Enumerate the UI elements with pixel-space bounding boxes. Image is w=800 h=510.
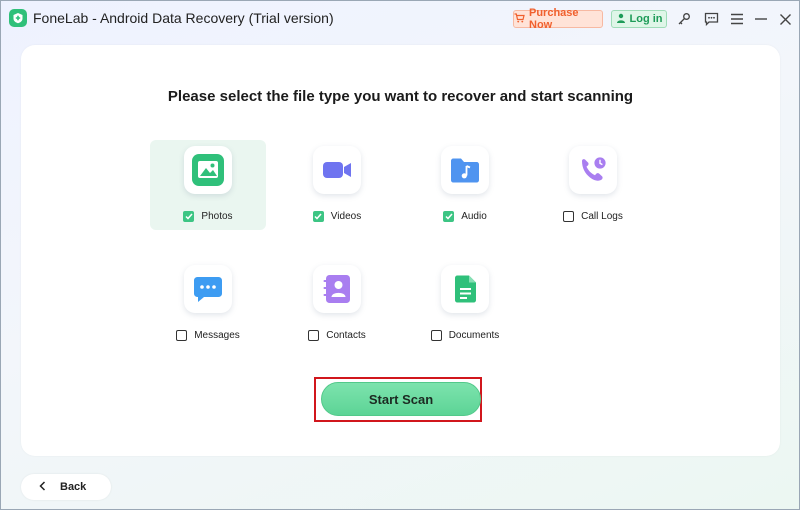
start-scan-button[interactable]: Start Scan [321, 382, 481, 416]
photos-icon [192, 154, 224, 186]
menu-icon[interactable] [728, 10, 746, 28]
app-logo-icon [9, 9, 27, 27]
file-type-documents[interactable]: Documents [407, 259, 523, 349]
documents-checkbox[interactable] [430, 329, 442, 341]
documents-icon [455, 275, 476, 303]
title-bar: FoneLab - Android Data Recovery (Trial v… [1, 1, 799, 37]
audio-icon-tile [441, 146, 489, 194]
audio-icon [451, 158, 479, 183]
call-logs-label: Call Logs [581, 210, 623, 222]
contacts-label: Contacts [326, 329, 366, 341]
login-button[interactable]: Log in [611, 10, 667, 28]
messages-checkbox[interactable] [176, 329, 188, 341]
key-icon[interactable] [675, 10, 693, 28]
file-type-videos[interactable]: Videos [279, 140, 395, 230]
file-type-photos[interactable]: Photos [150, 140, 266, 230]
purchase-now-label: Purchase Now [529, 7, 579, 31]
login-label: Log in [629, 13, 663, 25]
file-type-messages[interactable]: Messages [150, 259, 266, 349]
file-type-contacts[interactable]: Contacts [279, 259, 395, 349]
minimize-icon[interactable] [752, 10, 770, 28]
cart-icon [514, 12, 525, 26]
purchase-now-button[interactable]: Purchase Now [513, 7, 603, 31]
call-logs-icon [582, 156, 607, 181]
file-type-audio[interactable]: Audio [407, 140, 523, 230]
photos-checkbox[interactable] [183, 210, 195, 222]
documents-label: Documents [448, 329, 500, 341]
videos-label: Videos [330, 210, 362, 222]
feedback-icon[interactable] [702, 10, 720, 28]
contacts-checkbox[interactable] [308, 329, 320, 341]
call-logs-icon-tile [569, 146, 617, 194]
messages-icon-tile [184, 265, 232, 313]
photos-label: Photos [201, 210, 233, 222]
back-button[interactable]: Back [21, 474, 111, 500]
app-window: FoneLab - Android Data Recovery (Trial v… [0, 0, 800, 510]
back-label: Back [60, 481, 87, 493]
window-title: FoneLab - Android Data Recovery (Trial v… [33, 10, 334, 26]
chevron-left-icon [39, 480, 46, 494]
call-logs-checkbox[interactable] [563, 210, 575, 222]
documents-icon-tile [441, 265, 489, 313]
file-type-panel: Please select the file type you want to … [21, 45, 780, 456]
audio-label: Audio [461, 210, 487, 222]
user-icon [616, 13, 626, 26]
page-title: Please select the file type you want to … [167, 88, 634, 105]
contacts-icon-tile [313, 265, 361, 313]
close-icon[interactable] [776, 10, 794, 28]
contacts-icon [323, 275, 350, 303]
videos-checkbox[interactable] [312, 210, 324, 222]
videos-icon-tile [313, 146, 361, 194]
videos-icon [323, 162, 351, 178]
audio-checkbox[interactable] [443, 210, 455, 222]
messages-icon [194, 277, 222, 302]
photos-icon-tile [184, 146, 232, 194]
file-type-call-logs[interactable]: Call Logs [535, 140, 651, 230]
messages-label: Messages [194, 329, 240, 341]
